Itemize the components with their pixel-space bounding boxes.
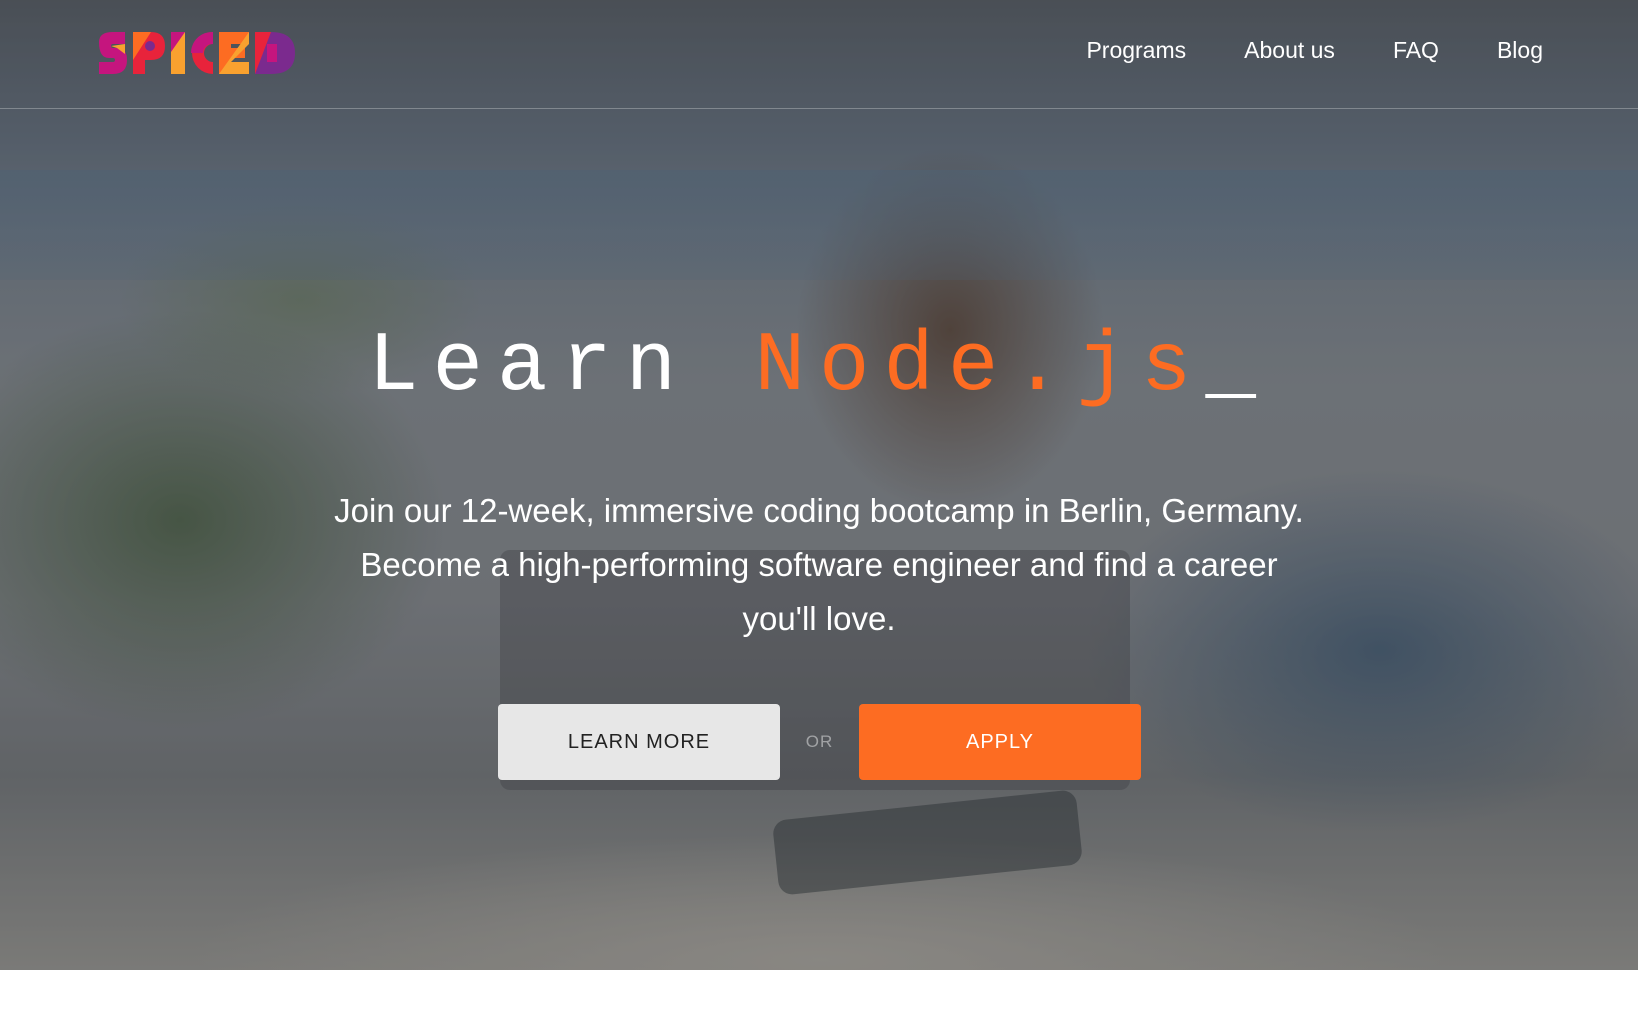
hero-headline: Learn Node.js_	[0, 318, 1638, 418]
learn-more-button[interactable]: LEARN MORE	[498, 704, 780, 780]
hero-content: Learn Node.js_ Join our 12-week, immersi…	[0, 0, 1638, 970]
hero-subtitle: Join our 12-week, immersive coding bootc…	[334, 492, 1304, 637]
page-below-hero	[0, 970, 1638, 1024]
headline-accent: Node.js	[754, 320, 1206, 415]
headline-cursor: _	[1205, 320, 1270, 415]
or-separator: OR	[805, 732, 834, 751]
apply-button[interactable]: APPLY	[859, 704, 1141, 780]
headline-prefix: Learn	[368, 320, 691, 415]
